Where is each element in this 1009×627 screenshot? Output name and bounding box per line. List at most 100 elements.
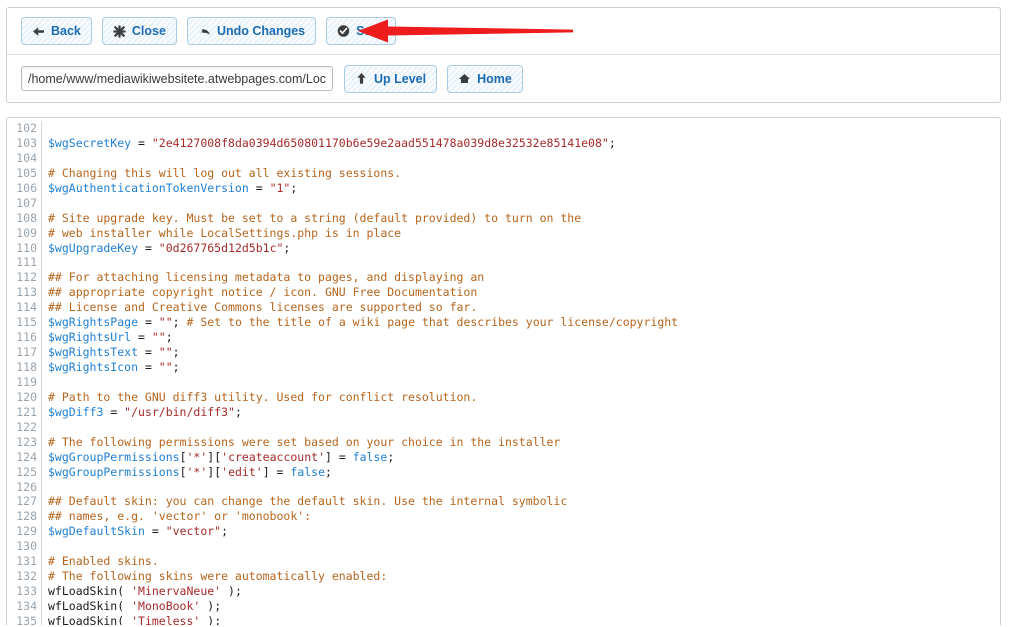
code-line[interactable]: # Site upgrade key. Must be set to a str… xyxy=(48,211,1000,226)
up-level-button[interactable]: Up Level xyxy=(344,65,437,93)
code-token: "1" xyxy=(270,181,291,195)
code-line[interactable]: ## License and Creative Commons licenses… xyxy=(48,300,1000,315)
line-number: 122 xyxy=(7,420,37,435)
code-line[interactable]: wfLoadSkin( 'MinervaNeue' ); xyxy=(48,584,1000,599)
code-line[interactable]: $wgRightsText = ""; xyxy=(48,345,1000,360)
code-line[interactable] xyxy=(48,255,1000,270)
line-number: 110 xyxy=(7,241,37,256)
code-token: ; xyxy=(283,241,290,255)
line-number: 125 xyxy=(7,465,37,480)
code-line[interactable]: $wgDiff3 = "/usr/bin/diff3"; xyxy=(48,405,1000,420)
code-line[interactable] xyxy=(48,151,1000,166)
code-token: $wgDiff3 xyxy=(48,405,103,419)
code-line[interactable]: $wgRightsUrl = ""; xyxy=(48,330,1000,345)
line-number: 135 xyxy=(7,614,37,625)
line-number: 106 xyxy=(7,181,37,196)
code-token: = xyxy=(138,345,159,359)
save-button-label: Save xyxy=(356,24,385,38)
line-number: 103 xyxy=(7,136,37,151)
code-token: $wgRightsPage xyxy=(48,315,138,329)
code-content[interactable]: $wgSecretKey = "2e4127008f8da0394d650801… xyxy=(42,121,1000,625)
line-number: 127 xyxy=(7,494,37,509)
code-token: ; xyxy=(173,345,180,359)
code-token: ; xyxy=(173,315,187,329)
code-line[interactable] xyxy=(48,539,1000,554)
code-line[interactable]: ## appropriate copyright notice / icon. … xyxy=(48,285,1000,300)
code-token: "" xyxy=(159,345,173,359)
code-line[interactable]: $wgRightsPage = ""; # Set to the title o… xyxy=(48,315,1000,330)
code-line[interactable]: $wgUpgradeKey = "0d267765d12d5b1c"; xyxy=(48,241,1000,256)
code-line[interactable]: # The following permissions were set bas… xyxy=(48,435,1000,450)
code-line[interactable] xyxy=(48,375,1000,390)
code-token: ); xyxy=(221,584,242,598)
code-line[interactable] xyxy=(48,196,1000,211)
code-token: = xyxy=(138,315,159,329)
code-area[interactable]: 1021031041051061071081091101111121131141… xyxy=(7,118,1000,625)
close-button[interactable]: Close xyxy=(102,17,177,45)
line-number: 129 xyxy=(7,524,37,539)
path-input[interactable] xyxy=(21,66,333,91)
code-token: ## License and Creative Commons licenses… xyxy=(48,300,477,314)
code-line[interactable] xyxy=(48,480,1000,495)
line-number: 134 xyxy=(7,599,37,614)
code-token: ## Default skin: you can change the defa… xyxy=(48,494,567,508)
line-number: 102 xyxy=(7,121,37,136)
home-button[interactable]: Home xyxy=(447,65,523,93)
code-token: ; xyxy=(221,524,228,538)
up-level-button-label: Up Level xyxy=(374,72,426,86)
code-line[interactable]: $wgAuthenticationTokenVersion = "1"; xyxy=(48,181,1000,196)
code-line[interactable]: # Enabled skins. xyxy=(48,554,1000,569)
code-token: 'MonoBook' xyxy=(131,599,200,613)
code-token: $wgAuthenticationTokenVersion xyxy=(48,181,249,195)
code-line[interactable]: wfLoadSkin( 'MonoBook' ); xyxy=(48,599,1000,614)
code-token: = xyxy=(249,181,270,195)
code-editor-panel[interactable]: 1021031041051061071081091101111121131141… xyxy=(6,117,1001,625)
code-line[interactable]: $wgSecretKey = "2e4127008f8da0394d650801… xyxy=(48,136,1000,151)
code-line[interactable]: # web installer while LocalSettings.php … xyxy=(48,226,1000,241)
code-token: ; xyxy=(290,181,297,195)
code-token: ; xyxy=(325,465,332,479)
undo-changes-button[interactable]: Undo Changes xyxy=(187,17,316,45)
code-line[interactable]: $wgGroupPermissions['*']['edit'] = false… xyxy=(48,465,1000,480)
path-toolbar: Up Level Home xyxy=(7,55,1000,102)
code-line[interactable]: ## Default skin: you can change the defa… xyxy=(48,494,1000,509)
code-line[interactable]: # Path to the GNU diff3 utility. Used fo… xyxy=(48,390,1000,405)
code-token: ] = xyxy=(263,465,291,479)
home-button-label: Home xyxy=(477,72,512,86)
line-number: 115 xyxy=(7,315,37,330)
line-number: 111 xyxy=(7,255,37,270)
line-number: 105 xyxy=(7,166,37,181)
close-button-label: Close xyxy=(132,24,166,38)
code-token: [ xyxy=(180,465,187,479)
code-line[interactable]: ## For attaching licensing metadata to p… xyxy=(48,270,1000,285)
code-line[interactable]: $wgDefaultSkin = "vector"; xyxy=(48,524,1000,539)
code-token: "0d267765d12d5b1c" xyxy=(159,241,284,255)
code-token: $wgGroupPermissions xyxy=(48,465,180,479)
back-button[interactable]: Back xyxy=(21,17,92,45)
code-line[interactable]: $wgRightsIcon = ""; xyxy=(48,360,1000,375)
code-token: $wgUpgradeKey xyxy=(48,241,138,255)
code-token: ][ xyxy=(207,465,221,479)
code-line[interactable]: # The following skins were automatically… xyxy=(48,569,1000,584)
code-token: # Set to the title of a wiki page that d… xyxy=(187,315,679,329)
code-token: wfLoadSkin( xyxy=(48,614,131,625)
line-number: 120 xyxy=(7,390,37,405)
code-token: # The following skins were automatically… xyxy=(48,569,387,583)
code-token: = xyxy=(131,330,152,344)
line-number-gutter: 1021031041051061071081091101111121131141… xyxy=(7,121,42,625)
code-token: "vector" xyxy=(166,524,221,538)
code-line[interactable]: $wgGroupPermissions['*']['createaccount'… xyxy=(48,450,1000,465)
code-token: ; xyxy=(609,136,616,150)
code-line[interactable]: wfLoadSkin( 'Timeless' ); xyxy=(48,614,1000,625)
code-token: wfLoadSkin( xyxy=(48,584,131,598)
code-line[interactable]: # Changing this will log out all existin… xyxy=(48,166,1000,181)
code-token: # Path to the GNU diff3 utility. Used fo… xyxy=(48,390,477,404)
save-button[interactable]: Save xyxy=(326,17,396,45)
code-token: $wgRightsUrl xyxy=(48,330,131,344)
code-token: ); xyxy=(200,599,221,613)
code-line[interactable] xyxy=(48,420,1000,435)
line-number: 124 xyxy=(7,450,37,465)
code-token: = xyxy=(103,405,124,419)
code-line[interactable] xyxy=(48,121,1000,136)
code-line[interactable]: ## names, e.g. 'vector' or 'monobook': xyxy=(48,509,1000,524)
